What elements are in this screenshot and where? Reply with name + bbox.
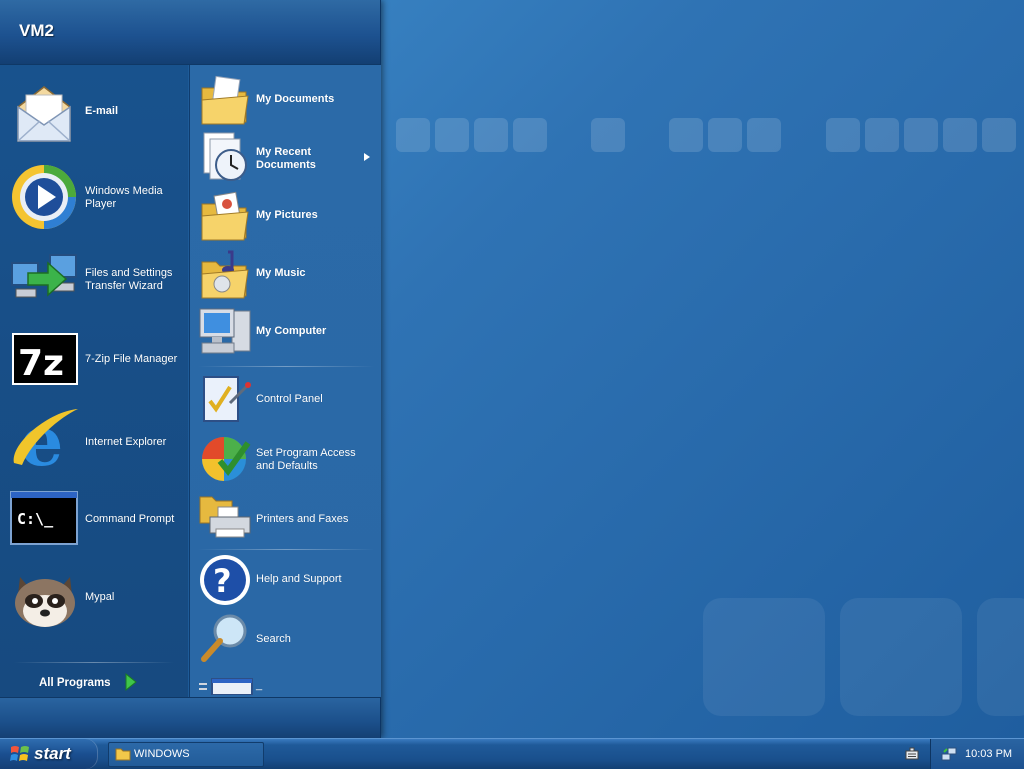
start-menu-footer (0, 697, 380, 739)
control-panel-icon (203, 376, 251, 422)
desktop-tile (703, 598, 825, 716)
desktop-tile (708, 118, 742, 152)
place-label: My Recent Documents (256, 146, 316, 171)
pinned-item-email[interactable]: E-mail (0, 73, 188, 149)
program-access-icon (202, 437, 251, 481)
start-menu: VM2 E-mail Windows Media Player Files an… (0, 0, 381, 739)
system-control-panel[interactable]: Control Panel (190, 369, 380, 425)
start-button[interactable]: start (0, 739, 98, 769)
internet-explorer-icon: e (13, 405, 78, 475)
folder-music-icon (201, 250, 249, 299)
pinned-item-label: Mypal (85, 591, 115, 603)
desktop-tile (396, 118, 430, 152)
place-my-pictures[interactable]: My Pictures (190, 187, 380, 243)
clock: 10:03 PM (965, 748, 1013, 760)
pinned-item-label: 7-Zip File Manager (85, 353, 178, 365)
desktop-tile (435, 118, 469, 152)
taskbar-button-label: WINDOWS (134, 748, 190, 760)
pinned-item-label: Files and Settings Transfer Wizard (85, 267, 173, 292)
system-label: Set Program Access and Defaults (256, 447, 356, 472)
command-prompt-icon: C:\_ (10, 491, 78, 545)
taskbar-button-windows[interactable]: WINDOWS (108, 742, 264, 767)
folder-icon (115, 748, 131, 761)
run-item[interactable]: _ (190, 669, 380, 695)
desktop-tile (591, 118, 625, 152)
system-label: Control Panel (256, 393, 323, 405)
all-programs-label: All Programs (39, 677, 111, 689)
system-printers-and-faxes[interactable]: Printers and Faxes (190, 487, 380, 543)
media-player-icon (12, 165, 76, 229)
recent-documents-icon (203, 132, 247, 181)
pinned-item-label: Command Prompt (85, 513, 175, 525)
desktop-tile (977, 598, 1024, 716)
desktop-tile (840, 598, 962, 716)
pinned-programs-panel: E-mail Windows Media Player Files and Se… (0, 65, 188, 697)
transfer-wizard-icon (11, 254, 77, 298)
folder-pictures-icon (201, 191, 249, 241)
network-icon[interactable] (941, 746, 957, 762)
system-label: Printers and Faxes (256, 513, 349, 525)
place-label: My Documents (256, 93, 335, 105)
taskbar: start WINDOWS 10:03 PM (0, 738, 1024, 769)
pinned-item-7zip[interactable]: 7z 7-Zip File Manager (0, 327, 188, 403)
place-my-music[interactable]: My Music (190, 245, 380, 301)
place-my-computer[interactable]: My Computer (190, 303, 380, 359)
help-icon: ? (200, 555, 250, 605)
desktop-tile (513, 118, 547, 152)
email-icon (17, 86, 71, 142)
place-label: My Music (256, 267, 306, 279)
desktop-tile (826, 118, 860, 152)
pinned-item-internet-explorer[interactable]: e Internet Explorer (0, 403, 188, 481)
windows-logo-icon (10, 746, 29, 761)
seven-zip-icon: 7z (12, 333, 78, 385)
pinned-item-transfer-wizard[interactable]: Files and Settings Transfer Wizard (0, 243, 188, 319)
place-label: My Pictures (256, 209, 318, 221)
user-name: VM2 (19, 21, 54, 40)
desktop-tile (865, 118, 899, 152)
folder-documents-icon (201, 75, 249, 125)
place-label: My Computer (256, 325, 327, 337)
system-set-program-access[interactable]: Set Program Access and Defaults (190, 427, 380, 485)
separator (198, 366, 374, 367)
start-menu-header: VM2 (0, 0, 380, 65)
desktop-tile (474, 118, 508, 152)
all-programs-button[interactable]: All Programs (30, 669, 150, 693)
place-my-recent-documents[interactable]: My Recent Documents (190, 129, 380, 185)
pinned-item-windows-media-player[interactable]: Windows Media Player (0, 157, 188, 235)
submenu-arrow-icon (364, 153, 370, 161)
system-tray: 10:03 PM (931, 739, 1024, 769)
help-label: Help and Support (256, 573, 342, 585)
desktop-tile (943, 118, 977, 152)
pinned-item-label: Internet Explorer (85, 436, 167, 448)
desktop-tile (669, 118, 703, 152)
search-icon (201, 614, 247, 662)
pinned-item-label: E-mail (85, 105, 119, 117)
mypal-raccoon-icon (15, 577, 75, 627)
search-item[interactable]: Search (190, 609, 380, 665)
keyboard-icon[interactable] (905, 747, 919, 761)
my-computer-icon (199, 308, 251, 354)
separator (14, 662, 174, 663)
place-my-documents[interactable]: My Documents (190, 71, 380, 127)
separator (198, 549, 374, 550)
help-and-support[interactable]: ? Help and Support (190, 551, 380, 607)
help-label: Search (256, 633, 291, 645)
desktop-tile (747, 118, 781, 152)
svg-text:?: ? (213, 562, 232, 600)
svg-text:7z: 7z (18, 343, 64, 384)
svg-text:C:\_: C:\_ (17, 510, 54, 528)
desktop-tile (982, 118, 1016, 152)
pinned-item-command-prompt[interactable]: C:\_ Command Prompt (0, 485, 188, 559)
arrow-right-icon (125, 673, 137, 691)
printer-icon (199, 496, 251, 538)
pinned-item-label: Windows Media Player (85, 185, 163, 210)
help-label: _ (256, 679, 263, 691)
start-label: start (34, 744, 71, 763)
places-panel: My Documents My Recent Documents My Pict… (189, 65, 381, 697)
run-icon (199, 678, 253, 695)
pinned-item-mypal[interactable]: Mypal (0, 563, 188, 639)
desktop-tile (904, 118, 938, 152)
